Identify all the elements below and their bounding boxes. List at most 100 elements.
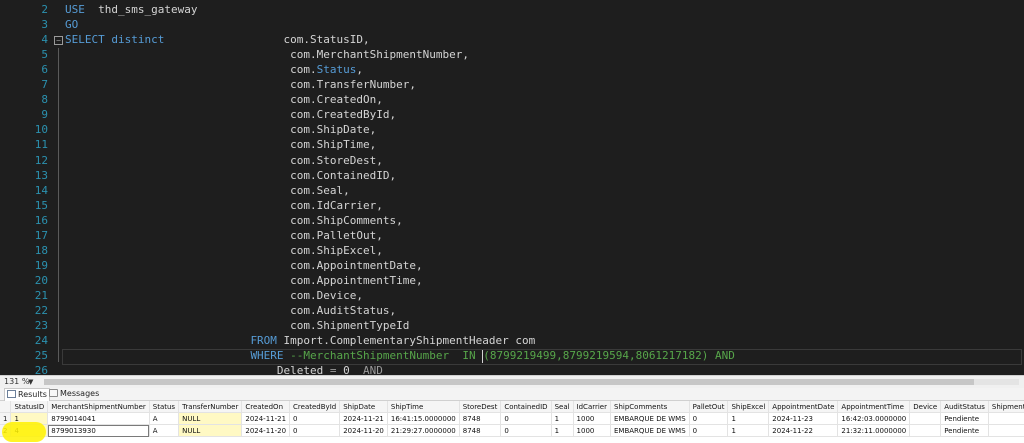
code-line[interactable]: 3 GO (0, 17, 1024, 33)
grid-cell[interactable]: A (149, 412, 180, 425)
column-header[interactable]: StatusID (10, 401, 49, 413)
column-header[interactable]: ShipComments (610, 401, 690, 413)
grid-cell[interactable]: 0 (289, 412, 341, 425)
sql-token: 0 (336, 364, 364, 375)
code-line[interactable]: 13 com.ContainedID, (0, 168, 1024, 184)
grid-cell[interactable]: 0 (500, 412, 552, 425)
grid-cell[interactable]: 0 (289, 424, 341, 437)
grid-cell[interactable]: 8748 (459, 424, 502, 437)
grid-cell[interactable]: 1 (727, 424, 770, 437)
code-line[interactable]: 4− SELECT distinct com.StatusID, (0, 32, 1024, 48)
code-line[interactable]: 26 Deleted = 0 AND (0, 363, 1024, 375)
grid-cell[interactable]: 0 (689, 412, 729, 425)
table-row[interactable]: 1 1 8799014041 A NULL 2024-11-21 0 2024-11-21 16… (0, 412, 1024, 425)
code-text: com.CreatedById, (65, 107, 396, 123)
code-line[interactable]: 21 com.Device, (0, 288, 1024, 304)
grid-cell[interactable]: 21:32:11.0000000 (837, 424, 911, 437)
grid-cell[interactable]: EMBARQUE DE WMS (610, 412, 690, 425)
code-text: SELECT distinct com.StatusID, (65, 32, 370, 48)
column-header[interactable]: AppointmentTime (837, 401, 911, 413)
grid-cell[interactable]: Pendiente (940, 412, 989, 425)
grid-cell[interactable]: 1 (551, 424, 574, 437)
grid-cell[interactable]: 2024-11-21 (241, 412, 291, 425)
code-line[interactable]: 24 FROM Import.ComplementaryShipmentHead… (0, 333, 1024, 349)
grid-cell[interactable] (988, 412, 1024, 425)
code-line[interactable]: 11 com.ShipTime, (0, 137, 1024, 153)
code-line[interactable]: 16 com.ShipComments, (0, 213, 1024, 229)
zoom-level[interactable]: 131 % (4, 376, 29, 388)
grid-cell[interactable]: 0 (500, 424, 552, 437)
grid-cell[interactable]: 8748 (459, 412, 502, 425)
grid-cell[interactable]: 0 (689, 424, 729, 437)
grid-cell[interactable]: A (149, 424, 180, 437)
grid-cell[interactable]: 2024-11-23 (768, 412, 839, 425)
code-line[interactable]: 22 com.AuditStatus, (0, 303, 1024, 319)
grid-cell[interactable]: 1 (551, 412, 574, 425)
grid-cell[interactable]: NULL (178, 412, 243, 425)
code-line[interactable]: 5 com.MerchantShipmentNumber, (0, 47, 1024, 63)
grid-cell[interactable]: Pendiente (940, 424, 989, 437)
table-row[interactable]: 248799013930ANULL2024-11-2002024-11-2021… (0, 424, 1024, 437)
zoom-dropdown-icon[interactable]: ▼ (28, 376, 33, 388)
column-header[interactable]: Seal (551, 401, 574, 413)
code-line[interactable]: 20 com.AppointmentTime, (0, 273, 1024, 289)
column-header[interactable]: ShipmentTypeId (988, 401, 1024, 413)
code-line[interactable]: 14 com.Seal, (0, 183, 1024, 199)
column-header[interactable]: ShipExcel (727, 401, 770, 413)
tab-results[interactable]: Results (4, 388, 50, 401)
code-line[interactable]: 7 com.TransferNumber, (0, 77, 1024, 93)
code-line[interactable]: 10 com.ShipDate, (0, 122, 1024, 138)
grid-cell[interactable]: 16:41:15.0000000 (387, 412, 460, 425)
column-header[interactable]: Status (149, 401, 180, 413)
grid-cell[interactable]: 1000 (573, 424, 612, 437)
column-header[interactable]: AppointmentDate (768, 401, 839, 413)
grid-cell[interactable]: 21:29:27.0000000 (387, 424, 460, 437)
code-line[interactable]: 23 com.ShipmentTypeId (0, 318, 1024, 334)
code-line[interactable]: 8 com.CreatedOn, (0, 92, 1024, 108)
column-header[interactable]: TransferNumber (178, 401, 243, 413)
column-header[interactable]: PalletOut (689, 401, 729, 413)
grid-cell[interactable]: 2024-11-20 (241, 424, 291, 437)
tab-messages[interactable]: Messages (47, 388, 101, 400)
collapse-icon[interactable]: − (54, 36, 63, 46)
sql-token: com.StoreDest, (65, 153, 383, 167)
column-header[interactable]: ShipDate (339, 401, 388, 413)
code-line[interactable]: 19 com.AppointmentDate, (0, 258, 1024, 274)
column-header[interactable]: CreatedById (289, 401, 341, 413)
column-header[interactable]: AuditStatus (940, 401, 989, 413)
code-line[interactable]: 25 WHERE --MerchantShipmentNumber IN (87… (0, 348, 1024, 366)
column-header[interactable]: MerchantShipmentNumber (47, 401, 150, 413)
grid-cell[interactable]: 8799014041 (47, 412, 150, 425)
code-line[interactable]: 9 com.CreatedById, (0, 107, 1024, 123)
grid-cell[interactable]: 8799013930 (47, 424, 150, 437)
code-line[interactable]: 12 com.StoreDest, (0, 153, 1024, 169)
sql-comment: (8799219499,8799219594,8061217182) AND (483, 349, 735, 363)
grid-cell[interactable] (909, 412, 942, 425)
grid-cell[interactable]: 2024-11-20 (339, 424, 388, 437)
grid-cell[interactable] (988, 424, 1024, 437)
results-grid[interactable]: StatusID MerchantShipmentNumber Status Tran… (0, 401, 1024, 443)
horizontal-scrollbar-thumb[interactable] (44, 379, 974, 385)
grid-cell[interactable]: 2024-11-21 (339, 412, 388, 425)
code-line[interactable]: 2 USE thd_sms_gateway (0, 2, 1024, 18)
column-header[interactable]: ShipTime (387, 401, 460, 413)
code-line[interactable]: 18 com.ShipExcel, (0, 243, 1024, 259)
code-line[interactable]: 15 com.IdCarrier, (0, 198, 1024, 214)
horizontal-scrollbar[interactable] (44, 379, 1019, 385)
grid-cell[interactable]: NULL (178, 424, 243, 437)
grid-cell[interactable]: 16:42:03.0000000 (837, 412, 911, 425)
grid-cell[interactable]: 2024-11-22 (768, 424, 839, 437)
grid-cell[interactable]: EMBARQUE DE WMS (610, 424, 690, 437)
grid-cell[interactable] (909, 424, 942, 437)
grid-cell[interactable]: 1000 (573, 412, 612, 425)
code-line[interactable]: 6 com.Status, (0, 62, 1024, 78)
column-header[interactable]: StoreDest (459, 401, 502, 413)
column-header[interactable]: IdCarrier (573, 401, 612, 413)
column-header[interactable]: Device (909, 401, 942, 413)
grid-corner[interactable] (0, 401, 12, 413)
query-editor[interactable]: 2 USE thd_sms_gateway 3 GO 4− SELECT distinct… (0, 0, 1024, 375)
grid-cell[interactable]: 1 (727, 412, 770, 425)
column-header[interactable]: ContainedID (500, 401, 552, 413)
column-header[interactable]: CreatedOn (241, 401, 291, 413)
code-line[interactable]: 17 com.PalletOut, (0, 228, 1024, 244)
